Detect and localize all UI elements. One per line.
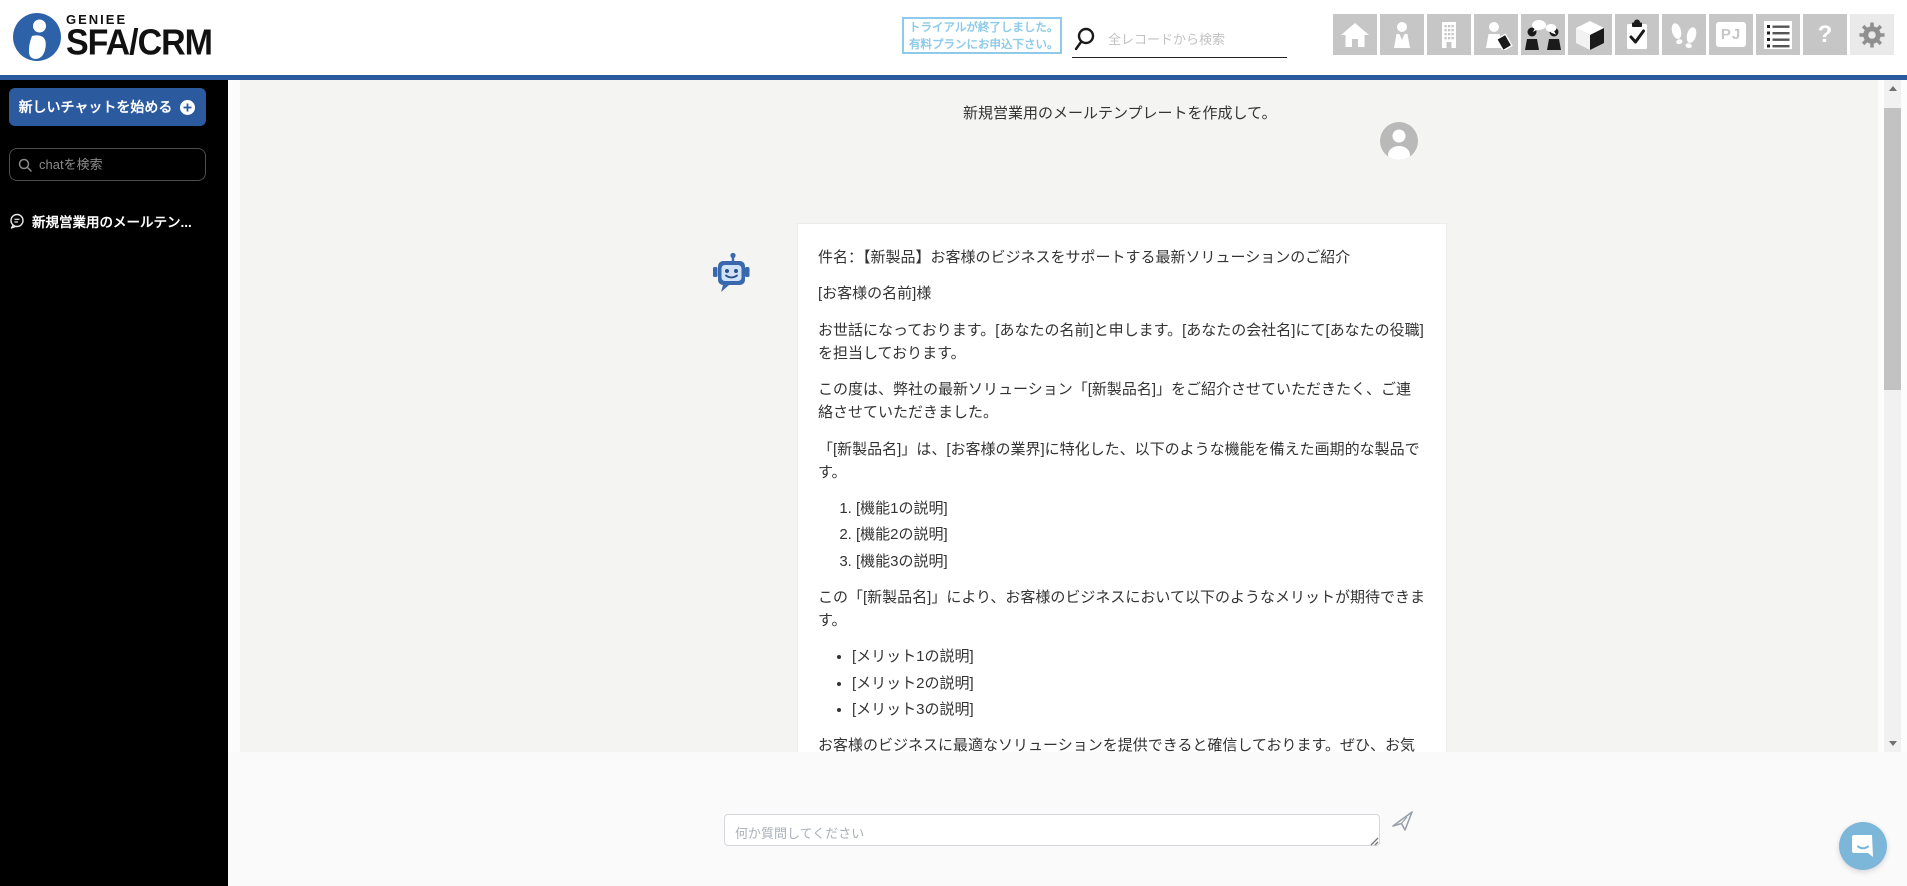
bot-message-card: 件名：【新製品】お客様のビジネスをサポートする最新ソリューションのご紹介 [お客… [797,223,1447,752]
chat-list-item[interactable]: 新規営業用のメールテン... [9,211,228,231]
geniee-logo-icon [13,13,61,61]
send-button[interactable] [1390,810,1416,836]
chat-list: 新規営業用のメールテン... [9,211,228,231]
bot-msg-feature-list: [機能1の説明] [機能2の説明] [機能3の説明] [818,497,1426,573]
brand-name-large: SFA/CRM [66,23,213,63]
search-icon [1074,27,1095,50]
help-icon-label: ? [1817,20,1833,48]
chat-item-title: 新規営業用のメールテン... [32,215,192,230]
feature-item: [機能3の説明] [856,550,1426,573]
product-icon[interactable] [1568,14,1612,55]
new-chat-button-label: 新しいチャットを始める [18,99,173,115]
paper-plane-icon [1392,811,1413,831]
feature-item: [機能2の説明] [856,523,1426,546]
app-logo: GENIEE SFA/CRM [12,7,213,63]
chat-smile-bubble-icon [1852,835,1873,857]
bot-msg-greeting: [お客様の名前]様 [818,285,932,303]
contact-icon[interactable] [1380,14,1424,55]
bot-avatar-robot-icon [712,252,750,294]
app-header: GENIEE SFA/CRM トライアルが終了しました。 有料プランにお申込下さ… [0,0,1907,80]
bot-msg-benefit-list: [メリット1の説明] [メリット2の説明] [メリット3の説明] [818,645,1426,721]
trial-notice-line2: 有料プランにお申込下さい。 [909,38,1059,51]
global-search [1072,22,1287,58]
benefit-item: [メリット2の説明] [852,672,1426,695]
user-message: 新規営業用のメールテンプレートを作成して。 [963,105,1277,122]
task-icon[interactable] [1615,14,1659,55]
business-person-icon[interactable] [1474,14,1518,55]
company-icon[interactable] [1427,14,1471,55]
chat-search [9,148,206,181]
settings-gear-icon[interactable] [1850,14,1894,55]
chat-bubble-icon [10,213,24,229]
bot-msg-intro: お世話になっております。[あなたの名前]と申します。[あなたの会社名]にて[あな… [818,321,1424,362]
bot-msg-features-lead: 「[新製品名]」は、[お客様の業界]に特化した、以下のような機能を備えた画期的な… [818,440,1420,481]
project-icon-label: PJ [1715,22,1747,47]
home-icon[interactable] [1333,14,1377,55]
benefit-item: [メリット1の説明] [852,645,1426,668]
user-avatar [1380,122,1418,160]
composer-area [228,752,1907,886]
nav-icon-bar: PJ ? [1333,14,1894,55]
trial-expired-notice: トライアルが終了しました。 有料プランにお申込下さい。 [902,17,1062,54]
bot-msg-introduce: この度は、弊社の最新ソリューション「[新製品名]」をご紹介させていただきたく、ご… [818,381,1412,422]
plus-circle-icon [180,99,196,115]
person-silhouette-icon [1388,129,1410,160]
scrollbar-down-arrow[interactable] [1884,735,1901,752]
feature-item: [機能1の説明] [856,497,1426,520]
scrollbar-up-arrow[interactable] [1884,80,1901,97]
chat-input[interactable] [724,814,1380,846]
project-icon[interactable]: PJ [1709,14,1753,55]
bot-msg-closing: お客様のビジネスに最適なソリューションを提供できると確信しております。ぜひ、お気… [818,737,1416,752]
bot-msg-benefits-lead: この「[新製品名]」により、お客様のビジネスにおいて以下のようなメリットが期待で… [818,588,1425,629]
benefit-item: [メリット3の説明] [852,698,1426,721]
meeting-icon[interactable] [1521,14,1565,55]
help-icon[interactable]: ? [1803,14,1847,55]
activity-icon[interactable] [1662,14,1706,55]
scrollbar-thumb[interactable] [1884,108,1901,390]
chat-scrollbar[interactable] [1884,80,1901,752]
support-chat-launcher[interactable] [1839,822,1887,870]
list-icon[interactable] [1756,14,1800,55]
trial-notice-line1: トライアルが終了しました。 [909,22,1059,34]
global-search-input[interactable] [1108,32,1268,47]
new-chat-button[interactable]: 新しいチャットを始める [9,88,206,126]
chat-message-area: 新規営業用のメールテンプレートを作成して。 件名：【新製品】お客様のビジネスをサ… [240,80,1878,752]
chat-search-input[interactable] [39,157,189,172]
bot-msg-subject: 件名：【新製品】お客様のビジネスをサポートする最新ソリューションのご紹介 [818,249,1351,266]
chat-sidebar: 新しいチャットを始める 新規営業用のメールテン... [0,80,228,886]
chat-search-icon [18,158,32,172]
